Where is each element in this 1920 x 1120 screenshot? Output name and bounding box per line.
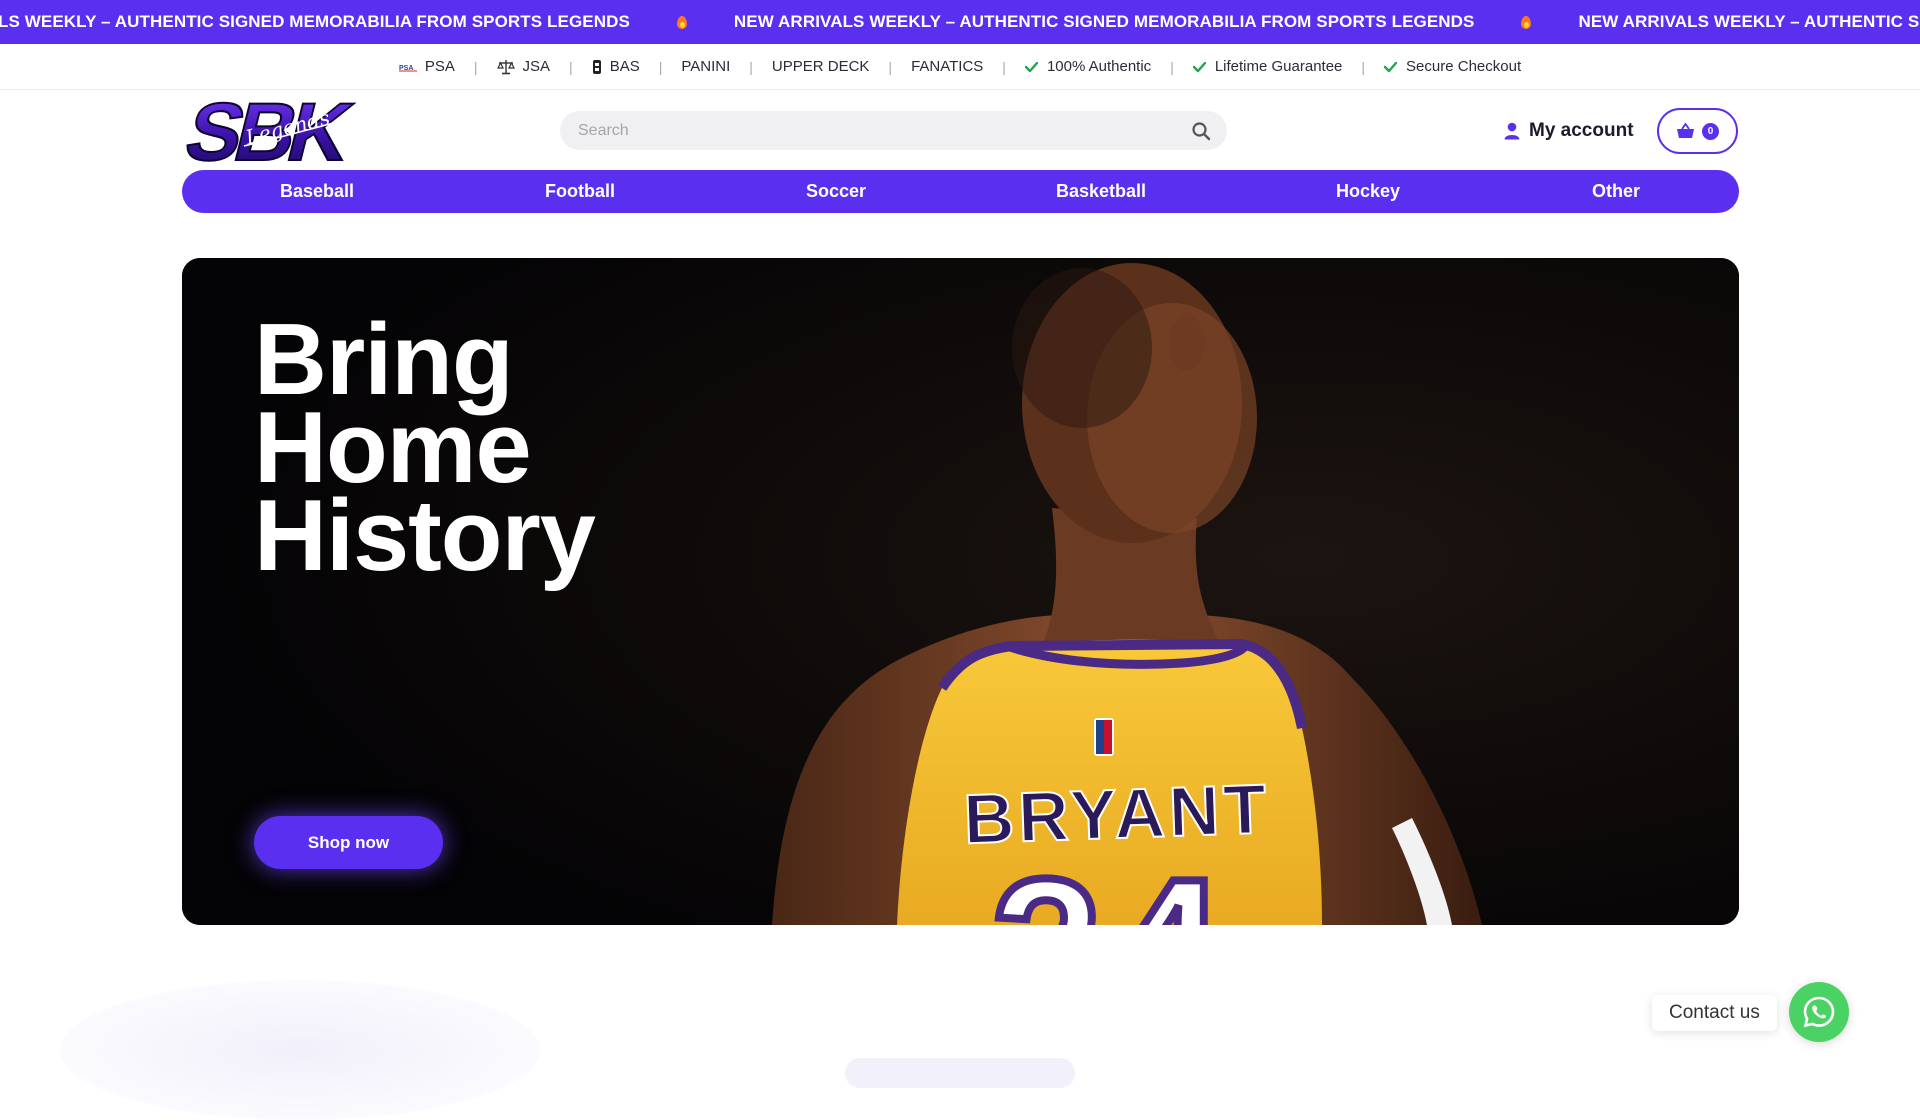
trust-item-panini: PANINI	[681, 58, 730, 75]
trust-label: PANINI	[681, 58, 731, 75]
nav-item-hockey[interactable]: Hockey	[1336, 170, 1400, 213]
announcement-ticker: LS WEEKLY – AUTHENTIC SIGNED MEMORABILIA…	[0, 0, 1920, 44]
fire-icon	[1520, 14, 1532, 30]
ticker-text: LS WEEKLY – AUTHENTIC SIGNED MEMORABILIA…	[0, 12, 630, 31]
trust-item-authentic: 100% Authentic	[1024, 58, 1152, 75]
ticker-text: NEW ARRIVALS WEEKLY – AUTHENTIC SIGNED M…	[733, 12, 1475, 31]
hero-title-line: History	[254, 480, 596, 592]
trust-label: Secure Checkout	[1406, 58, 1522, 75]
jersey-number: 24	[991, 838, 1233, 925]
divider: |	[569, 58, 573, 75]
divider: |	[1170, 58, 1174, 75]
category-nav: Baseball Football Soccer Basketball Hock…	[182, 170, 1739, 213]
shop-now-button[interactable]: Shop now	[254, 816, 443, 869]
hero-banner: BRYANT 24 Bring Home History Shop now	[182, 258, 1739, 925]
contact-us-label[interactable]: Contact us	[1652, 995, 1777, 1031]
hero-title-line: Home	[254, 392, 532, 504]
scales-icon	[496, 59, 515, 74]
hero-title: Bring Home History	[254, 304, 596, 592]
divider: |	[888, 58, 893, 75]
nav-item-basketball[interactable]: Basketball	[1056, 170, 1146, 213]
nav-item-other[interactable]: Other	[1592, 170, 1640, 213]
site-logo[interactable]: SBK Legends	[184, 94, 402, 166]
hero-title-line: Bring	[254, 304, 514, 416]
search-bar	[560, 111, 1227, 150]
bas-logo-icon	[592, 59, 601, 74]
nav-item-football[interactable]: Football	[545, 170, 615, 213]
decorative-blob	[60, 980, 540, 1120]
trust-item-jsa: JSA	[496, 58, 551, 75]
trust-label: PSA	[424, 58, 455, 75]
cart-count-badge: 0	[1702, 122, 1719, 140]
trust-item-upper-deck: UPPER DECK	[772, 58, 870, 75]
section-pill	[845, 1058, 1075, 1088]
ticker-text: NEW ARRIVALS WEEKLY – AUTHENTIC SIGNED M…	[1578, 12, 1920, 31]
trust-label: UPPER DECK	[771, 58, 870, 75]
my-account-label: My account	[1529, 120, 1634, 141]
cart-button[interactable]: 0	[1657, 108, 1738, 154]
check-icon	[1192, 61, 1206, 72]
ticker-message: LS WEEKLY – AUTHENTIC SIGNED MEMORABILIA…	[0, 12, 734, 32]
ticker-message: NEW ARRIVALS WEEKLY – AUTHENTIC SIGNED M…	[734, 12, 1579, 32]
trust-item-fanatics: FANATICS	[911, 58, 983, 75]
check-icon	[1024, 61, 1038, 72]
trust-label: BAS	[609, 58, 640, 75]
nav-item-baseball[interactable]: Baseball	[280, 170, 354, 213]
ticker-track: LS WEEKLY – AUTHENTIC SIGNED MEMORABILIA…	[0, 0, 1920, 44]
search-icon[interactable]	[1191, 121, 1211, 141]
divider: |	[473, 58, 478, 75]
whatsapp-button[interactable]	[1789, 982, 1849, 1042]
divider: |	[1361, 58, 1366, 75]
nav-item-soccer[interactable]: Soccer	[806, 170, 866, 213]
fire-icon	[676, 14, 688, 30]
site-header: SBK Legends My account 0	[0, 90, 1920, 170]
trust-label: 100% Authentic	[1046, 58, 1152, 75]
my-account-link[interactable]: My account	[1504, 118, 1634, 144]
trust-label: JSA	[522, 58, 551, 75]
trust-item-guarantee: Lifetime Guarantee	[1192, 58, 1343, 75]
trust-label: FANATICS	[911, 58, 984, 75]
divider: |	[749, 58, 753, 75]
trust-item-secure-checkout: Secure Checkout	[1384, 58, 1521, 75]
check-icon	[1384, 61, 1398, 72]
whatsapp-icon	[1803, 996, 1835, 1028]
user-icon	[1504, 122, 1520, 140]
trust-item-psa: PSA PSA	[398, 58, 455, 75]
trust-bar: PSA PSA | JSA | BAS | PANINI | UPPER DEC…	[0, 44, 1920, 90]
psa-logo-icon: PSA	[398, 63, 417, 72]
search-input[interactable]	[578, 111, 1158, 150]
divider: |	[1002, 58, 1006, 75]
basket-icon	[1677, 123, 1694, 138]
divider: |	[658, 58, 663, 75]
ticker-message: NEW ARRIVALS WEEKLY – AUTHENTIC SIGNED M…	[1578, 12, 1920, 32]
trust-label: Lifetime Guarantee	[1214, 58, 1343, 75]
trust-item-bas: BAS	[592, 58, 640, 75]
